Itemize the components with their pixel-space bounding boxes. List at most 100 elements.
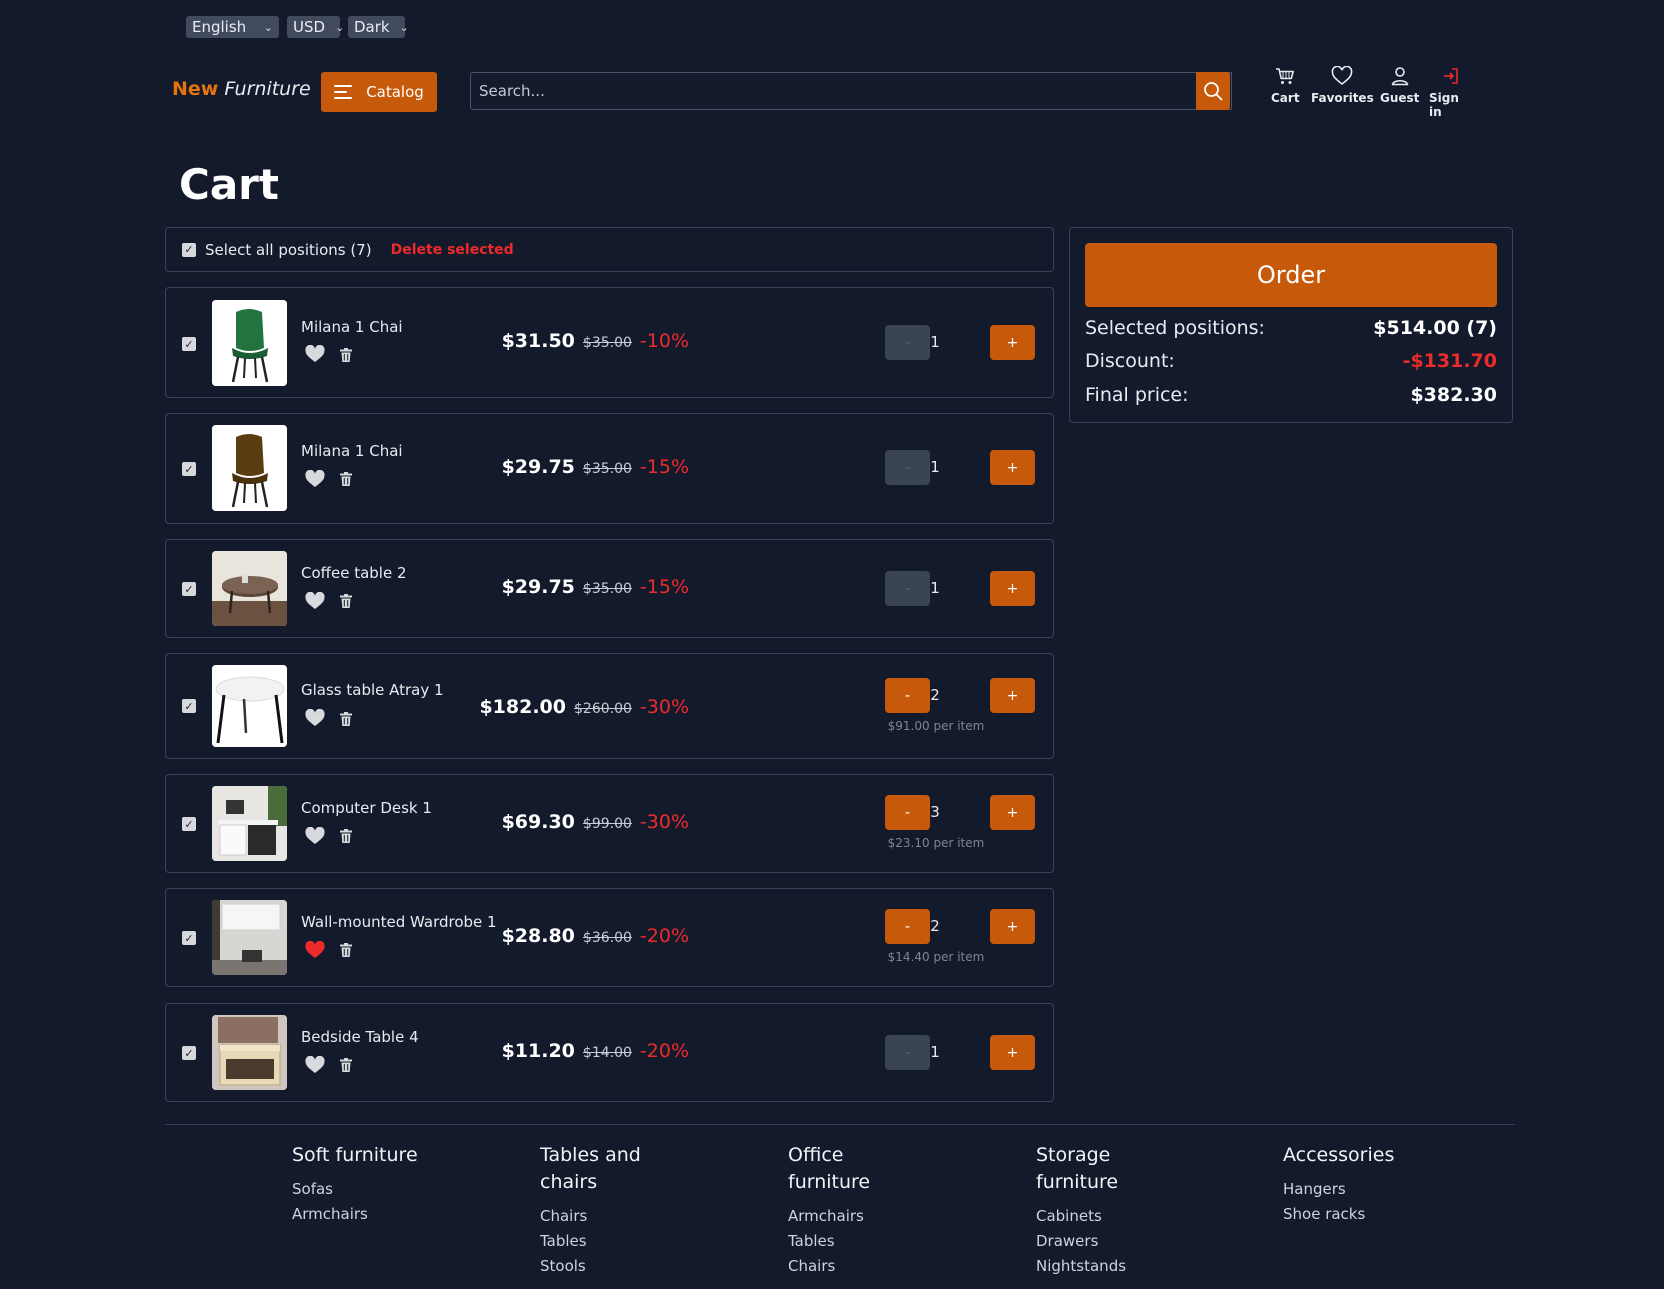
product-image[interactable]: [212, 900, 287, 975]
product-image[interactable]: [212, 786, 287, 861]
footer-link[interactable]: Shoe racks: [1283, 1202, 1483, 1227]
item-checkbox[interactable]: ✓: [182, 337, 196, 351]
quantity-increase-button[interactable]: +: [990, 678, 1035, 713]
heart-icon[interactable]: [305, 592, 325, 610]
footer-heading[interactable]: Tables and chairs: [540, 1142, 670, 1196]
select-all-label[interactable]: Select all positions (7): [205, 241, 372, 259]
trash-icon[interactable]: [340, 829, 352, 843]
quantity-increase-button[interactable]: +: [990, 450, 1035, 485]
footer-heading[interactable]: Office furniture: [788, 1142, 918, 1196]
item-checkbox[interactable]: ✓: [182, 817, 196, 831]
heart-icon[interactable]: [305, 470, 325, 488]
quantity-increase-button[interactable]: +: [990, 795, 1035, 830]
nav-sign-in[interactable]: Sign in: [1429, 66, 1472, 119]
footer-link[interactable]: Nightstands: [1036, 1254, 1166, 1279]
trash-icon[interactable]: [340, 1058, 352, 1072]
quantity-value: 1: [930, 1043, 940, 1061]
trash-icon[interactable]: [340, 594, 352, 608]
search-input[interactable]: Search...: [470, 72, 1232, 110]
product-image[interactable]: [212, 551, 287, 626]
footer-heading[interactable]: Accessories: [1283, 1142, 1483, 1169]
item-price: $28.80 $36.00 -20%: [502, 925, 689, 947]
product-image[interactable]: [212, 300, 287, 386]
heart-icon: [1331, 66, 1353, 86]
price-discount: -30%: [639, 811, 689, 833]
footer-link[interactable]: Armchairs: [292, 1202, 422, 1227]
quantity-increase-button[interactable]: +: [990, 325, 1035, 360]
order-button[interactable]: Order: [1085, 243, 1497, 307]
item-checkbox[interactable]: ✓: [182, 582, 196, 596]
heart-icon[interactable]: [305, 709, 325, 727]
theme-select[interactable]: Dark ⌄: [348, 16, 409, 38]
nav-favorites[interactable]: Favorites: [1311, 66, 1374, 105]
footer-link[interactable]: Drawers: [1036, 1229, 1166, 1254]
footer-link[interactable]: Cabinets: [1036, 1204, 1166, 1229]
product-image[interactable]: [212, 1015, 287, 1090]
item-name[interactable]: Milana 1 Chai: [301, 442, 403, 460]
item-price: $69.30 $99.00 -30%: [502, 811, 689, 833]
cart-item: ✓ Milana 1 Chai $31.50 $35.00 -10% - 1 +: [165, 287, 1054, 398]
catalog-button[interactable]: Catalog: [321, 72, 437, 112]
delete-selected-button[interactable]: Delete selected: [391, 242, 514, 258]
quantity-increase-button[interactable]: +: [990, 571, 1035, 606]
price-old: $35.00: [582, 335, 632, 351]
item-checkbox[interactable]: ✓: [182, 699, 196, 713]
product-image[interactable]: [212, 665, 287, 747]
footer-link[interactable]: Armchairs: [788, 1204, 918, 1229]
search-placeholder: Search...: [479, 82, 545, 100]
heart-icon[interactable]: [305, 345, 325, 363]
footer-link[interactable]: Sofas: [292, 1177, 422, 1202]
summary-selected-row: Selected positions: $514.00 (7): [1085, 317, 1497, 339]
footer-heading[interactable]: Storage furniture: [1036, 1142, 1166, 1196]
quantity-value: 2: [930, 686, 940, 704]
footer-column-tables-and-chairs: Tables and chairs Chairs Tables Stools: [540, 1142, 670, 1279]
language-value: English: [192, 18, 247, 36]
quantity-value: 1: [930, 458, 940, 476]
price-old: $99.00: [582, 816, 632, 832]
item-name[interactable]: Milana 1 Chai: [301, 318, 403, 336]
item-name[interactable]: Bedside Table 4: [301, 1028, 419, 1046]
trash-icon[interactable]: [340, 348, 352, 362]
quantity-value: 1: [930, 579, 940, 597]
footer-link[interactable]: Hangers: [1283, 1177, 1483, 1202]
price-per-item: $14.40 per item: [887, 950, 985, 964]
footer-link[interactable]: Tables: [540, 1229, 670, 1254]
quantity-increase-button[interactable]: +: [990, 1035, 1035, 1070]
trash-icon[interactable]: [340, 943, 352, 957]
nav-cart[interactable]: Cart: [1271, 66, 1300, 105]
currency-value: USD: [293, 18, 326, 36]
heart-icon[interactable]: [305, 941, 325, 959]
footer-heading[interactable]: Soft furniture: [292, 1142, 422, 1169]
item-checkbox[interactable]: ✓: [182, 1046, 196, 1060]
item-checkbox[interactable]: ✓: [182, 931, 196, 945]
product-image[interactable]: [212, 425, 287, 511]
item-name[interactable]: Coffee table 2: [301, 564, 407, 582]
item-name[interactable]: Computer Desk 1: [301, 799, 432, 817]
footer-link[interactable]: Stools: [540, 1254, 670, 1279]
footer-column-soft-furniture: Soft furniture Sofas Armchairs: [292, 1142, 422, 1227]
language-select[interactable]: English ⌄: [186, 16, 279, 38]
nav-guest[interactable]: Guest: [1380, 66, 1419, 105]
heart-icon[interactable]: [305, 827, 325, 845]
trash-icon[interactable]: [340, 712, 352, 726]
search-button[interactable]: [1196, 72, 1230, 110]
footer-divider: [165, 1124, 1515, 1125]
user-icon: [1391, 67, 1409, 86]
price-old: $36.00: [582, 930, 632, 946]
item-price: $29.75 $35.00 -15%: [502, 576, 689, 598]
item-name[interactable]: Wall-mounted Wardrobe 1: [301, 913, 497, 931]
cart-item: ✓ Computer Desk 1 $69.30 $99.00 -30% - 3…: [165, 774, 1054, 873]
trash-icon[interactable]: [340, 472, 352, 486]
footer-link[interactable]: Chairs: [540, 1204, 670, 1229]
summary-discount-value: -$131.70: [1402, 350, 1497, 372]
item-name[interactable]: Glass table Atray 1: [301, 681, 444, 699]
select-all-bar: ✓ Select all positions (7) Delete select…: [165, 227, 1054, 272]
quantity-increase-button[interactable]: +: [990, 909, 1035, 944]
logo[interactable]: New Furniture: [172, 78, 311, 100]
item-checkbox[interactable]: ✓: [182, 462, 196, 476]
currency-select[interactable]: USD ⌄: [287, 16, 344, 38]
footer-link[interactable]: Chairs: [788, 1254, 918, 1279]
footer-link[interactable]: Tables: [788, 1229, 918, 1254]
select-all-checkbox[interactable]: ✓: [182, 242, 196, 257]
heart-icon[interactable]: [305, 1056, 325, 1074]
